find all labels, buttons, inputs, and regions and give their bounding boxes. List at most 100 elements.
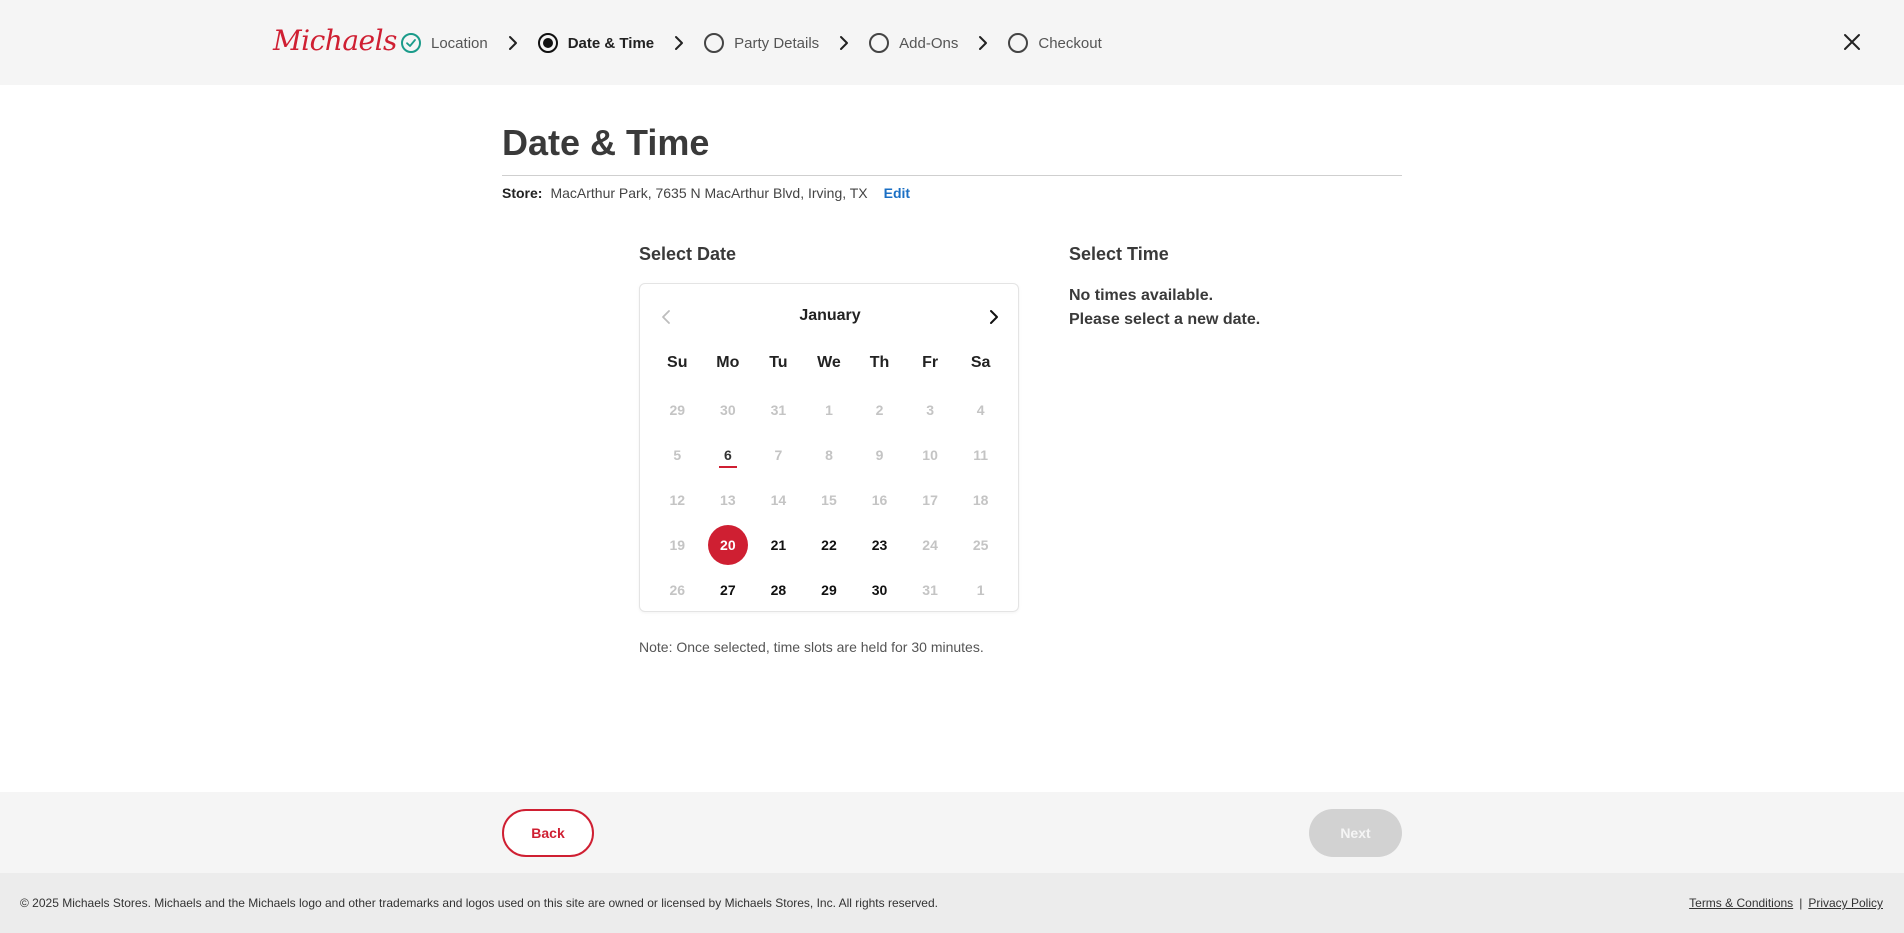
- select-time-heading: Select Time: [1069, 244, 1169, 264]
- day-number: 15: [821, 491, 837, 508]
- calendar-day: 24: [905, 522, 956, 567]
- calendar-day: 26: [652, 567, 703, 612]
- store-value: MacArthur Park, 7635 N MacArthur Blvd, I…: [550, 185, 868, 201]
- day-number: 26: [669, 581, 686, 598]
- no-times-message: No times available. Please select a new …: [1069, 284, 1260, 332]
- calendar-day: 16: [854, 477, 905, 522]
- calendar-day[interactable]: 22: [804, 522, 855, 567]
- day-number: 31: [922, 581, 938, 598]
- day-number: 29: [669, 401, 686, 418]
- close-icon[interactable]: [1840, 30, 1864, 54]
- step-label: Checkout: [1038, 34, 1102, 52]
- calendar-day[interactable]: 21: [753, 522, 804, 567]
- page-title: Date & Time: [502, 122, 710, 163]
- day-number: 30: [720, 401, 736, 418]
- empty-circle-icon: [1008, 33, 1029, 53]
- day-number: 20: [707, 524, 748, 565]
- day-number: 13: [720, 491, 736, 508]
- edit-store-link[interactable]: Edit: [884, 185, 910, 201]
- weekday-label: Th: [869, 354, 890, 371]
- terms-link[interactable]: Terms & Conditions: [1689, 896, 1793, 910]
- check-circle-icon: [401, 33, 421, 53]
- calendar-day: 19: [652, 522, 703, 567]
- store-label: Store:: [502, 185, 543, 201]
- day-number: 25: [972, 536, 989, 553]
- calendar-month: January: [799, 307, 861, 324]
- calendar-day: 31: [905, 567, 956, 612]
- day-number: 23: [871, 536, 888, 553]
- calendar-day: 18: [955, 477, 1006, 522]
- privacy-link[interactable]: Privacy Policy: [1808, 896, 1883, 910]
- day-number: 27: [720, 581, 736, 598]
- day-number: 11: [973, 446, 989, 463]
- calendar-day[interactable]: 29: [804, 567, 855, 612]
- weekday-label: We: [817, 354, 841, 371]
- day-number: 2: [875, 401, 884, 418]
- day-number: 10: [922, 446, 938, 463]
- day-number: 21: [770, 536, 787, 553]
- calendar-day[interactable]: 23: [854, 522, 905, 567]
- booking-stepper: Location Date & Time Party Details Add-O…: [401, 30, 1102, 56]
- calendar-day: 8: [804, 432, 855, 477]
- action-bar: Back Next: [0, 792, 1904, 873]
- calendar-day: 13: [703, 477, 754, 522]
- calendar-day: 9: [854, 432, 905, 477]
- calendar-day: 29: [652, 387, 703, 432]
- step-date-time[interactable]: Date & Time: [537, 33, 654, 53]
- weekday-label: Sa: [970, 354, 991, 371]
- calendar-day[interactable]: 28: [753, 567, 804, 612]
- calendar-day: 30: [703, 387, 754, 432]
- calendar-day[interactable]: 27: [703, 567, 754, 612]
- selected-day[interactable]: 20: [703, 522, 754, 567]
- calendar-day: 25: [955, 522, 1006, 567]
- next-button[interactable]: Next: [1309, 809, 1402, 857]
- day-number: 29: [821, 581, 837, 598]
- day-number: 9: [875, 446, 884, 463]
- step-party-details[interactable]: Party Details: [704, 33, 819, 53]
- calendar-header: January: [640, 302, 1020, 332]
- day-number: 4: [976, 401, 985, 418]
- day-number: 24: [922, 536, 938, 553]
- today-day: 6: [703, 432, 754, 477]
- day-number: 22: [821, 536, 837, 553]
- calendar-day: 1: [955, 567, 1006, 612]
- calendar-day[interactable]: 30: [854, 567, 905, 612]
- day-number: 8: [825, 446, 833, 463]
- step-label: Add-Ons: [899, 34, 959, 52]
- empty-circle-icon: [704, 33, 725, 53]
- day-number: 28: [770, 581, 787, 598]
- day-number: 6: [723, 446, 732, 463]
- day-grid: 29 30 31 1 2 3 4 5 6 7 8 9 10 11 12 13 14 15 16 17 18 19 20 21 2…: [652, 387, 1006, 612]
- calendar-day: 7: [753, 432, 804, 477]
- back-button[interactable]: Back: [502, 809, 594, 857]
- step-label: Party Details: [734, 34, 820, 52]
- chevron-right-icon[interactable]: [982, 305, 1006, 329]
- day-number: 16: [871, 491, 888, 508]
- step-checkout[interactable]: Checkout: [1008, 33, 1102, 53]
- calendar-day: 3: [905, 387, 956, 432]
- weekday-label: Tu: [769, 354, 788, 371]
- day-number: 1: [825, 401, 833, 418]
- day-number: 31: [770, 401, 787, 418]
- weekday-row: Su Mo Tu We Th Fr Sa: [652, 354, 1006, 372]
- calendar-day: 10: [905, 432, 956, 477]
- day-number: 7: [774, 446, 783, 463]
- day-number: 18: [972, 491, 989, 508]
- day-number: 5: [673, 446, 682, 463]
- chevron-left-icon[interactable]: [654, 305, 678, 329]
- day-number: 30: [871, 581, 888, 598]
- day-number: 3: [926, 401, 934, 418]
- date-calendar: January Su Mo Tu We Th Fr Sa 29 30 31 1 2 3 4 5 6 7 8 9 10…: [639, 283, 1019, 612]
- michaels-logo[interactable]: Michaels: [273, 24, 397, 57]
- weekday-label: Mo: [716, 354, 740, 371]
- link-separator: |: [1799, 896, 1803, 910]
- empty-circle-icon: [869, 33, 890, 53]
- day-number: 12: [669, 491, 686, 508]
- top-header: Michaels Location Date & Time Party Deta…: [0, 0, 1904, 85]
- store-row: Store: MacArthur Park, 7635 N MacArthur …: [502, 185, 910, 201]
- step-add-ons[interactable]: Add-Ons: [869, 33, 958, 53]
- weekday-label: Su: [667, 354, 688, 371]
- calendar-day: 12: [652, 477, 703, 522]
- calendar-day: 31: [753, 387, 804, 432]
- step-location[interactable]: Location: [401, 33, 488, 53]
